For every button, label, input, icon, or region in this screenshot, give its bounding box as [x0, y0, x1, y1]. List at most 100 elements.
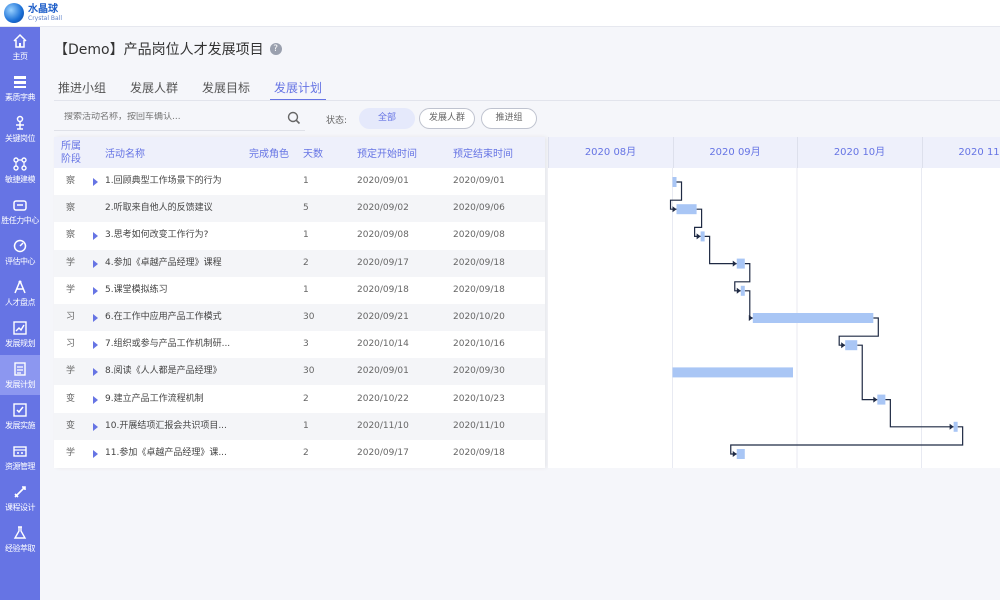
table-row[interactable]: 习 7.组织或参与产品工作机制研... 3 2020/10/14 2020/10/16	[54, 331, 545, 358]
expand-arrow-icon[interactable]	[93, 341, 98, 350]
gantt-bar[interactable]	[845, 340, 858, 351]
sidebar-item-development-planning[interactable]: 发展规划	[0, 314, 40, 354]
expand-arrow-icon[interactable]	[93, 368, 98, 377]
status-filter-chip[interactable]: 全部	[359, 108, 415, 129]
end-date-cell: 2020/09/18	[453, 284, 505, 295]
col-stage[interactable]: 所属阶段	[61, 137, 85, 168]
start-date-cell: 2020/09/08	[357, 230, 409, 241]
col-start[interactable]: 预定开始时间	[357, 137, 417, 168]
status-filter-chip[interactable]: 推进组	[481, 108, 537, 129]
col-days[interactable]: 天数	[303, 137, 323, 168]
activity-name[interactable]: 10.开展结项汇报会共识项目...	[105, 413, 245, 440]
end-date-cell: 2020/09/08	[453, 230, 505, 241]
table-row[interactable]: 学 5.课堂模拟练习 1 2020/09/18 2020/09/18	[54, 277, 545, 304]
sidebar-item-dictionary[interactable]: 素质字典	[0, 68, 40, 108]
search-input[interactable]	[64, 112, 274, 122]
sidebar-item-development-implementation[interactable]: 发展实施	[0, 396, 40, 436]
days-cell: 1	[303, 230, 309, 241]
table-row[interactable]: 察 2.听取来自他人的反馈建议 5 2020/09/02 2020/09/06	[54, 195, 545, 223]
gantt-bar[interactable]	[672, 367, 793, 378]
start-date-cell: 2020/11/10	[357, 420, 409, 431]
expand-arrow-icon[interactable]	[93, 395, 98, 404]
days-cell: 2	[303, 393, 309, 404]
development-planning-icon	[13, 320, 27, 335]
tab-0[interactable]: 推进小组	[54, 77, 110, 101]
gantt-bar[interactable]	[736, 449, 745, 459]
table-row[interactable]: 变 9.建立产品工作流程机制 2 2020/10/22 2020/10/23	[54, 386, 545, 413]
sidebar-item-home[interactable]: 主页	[0, 27, 40, 67]
activity-name[interactable]: 2.听取来自他人的反馈建议	[105, 195, 245, 222]
tab-3[interactable]: 发展计划	[270, 77, 327, 101]
activity-name[interactable]: 9.建立产品工作流程机制	[105, 386, 245, 413]
gantt-bar[interactable]	[953, 421, 958, 432]
table-row[interactable]: 察 1.回顾典型工作场景下的行为 1 2020/09/01 2020/09/01	[54, 168, 545, 195]
col-name[interactable]: 活动名称	[105, 137, 145, 168]
sidebar-item-label: 关键岗位	[5, 133, 36, 143]
tab-1[interactable]: 发展人群	[126, 77, 182, 101]
sidebar-item-development-plan[interactable]: 发展计划	[0, 355, 40, 395]
activity-name[interactable]: 3.思考如何改变工作行为?	[105, 222, 245, 249]
start-date-cell: 2020/09/21	[357, 312, 409, 322]
sidebar-item-talent-review[interactable]: 人才盘点	[0, 273, 40, 313]
col-role[interactable]: 完成角色	[249, 137, 289, 168]
sidebar-item-agile-modeling[interactable]: 敏捷建模	[0, 150, 40, 190]
gantt-bar[interactable]	[752, 313, 874, 323]
expand-arrow-icon[interactable]	[93, 422, 98, 431]
sidebar-item-competency[interactable]: 胜任力中心	[0, 191, 40, 231]
activity-name[interactable]: 11.参加《卓越产品经理》课...	[105, 440, 245, 467]
gantt-bar[interactable]	[740, 285, 745, 296]
resource-management-icon	[13, 445, 27, 457]
activity-name[interactable]: 4.参加《卓越产品经理》课程	[105, 250, 245, 277]
sidebar-item-resource-management[interactable]: 资源管理	[0, 437, 40, 477]
table-row[interactable]: 变 10.开展结项汇报会共识项目... 1 2020/11/10 2020/11/10	[54, 412, 545, 440]
sidebar-item-assessment[interactable]: 评估中心	[0, 232, 40, 272]
start-date-cell: 2020/09/17	[357, 448, 409, 458]
table-row[interactable]: 学 11.参加《卓越产品经理》课... 2 2020/09/17 2020/09/18	[54, 440, 545, 467]
sidebar-item-key-position[interactable]: 关键岗位	[0, 109, 40, 149]
help-icon[interactable]: ?	[269, 43, 282, 55]
sidebar-item-label: 资源管理	[5, 461, 36, 471]
expand-arrow-icon[interactable]	[93, 286, 98, 295]
tab-2[interactable]: 发展目标	[198, 77, 254, 101]
activity-name[interactable]: 8.阅读《人人都是产品经理》	[105, 358, 245, 385]
sidebar-item-experience-extraction[interactable]: 经验萃取	[0, 519, 40, 559]
end-date-cell: 2020/09/01	[453, 176, 505, 186]
sidebar-item-label: 素质字典	[5, 92, 36, 102]
stage-cell: 察	[66, 203, 76, 214]
expand-arrow-icon[interactable]	[93, 450, 98, 458]
table-row[interactable]: 学 4.参加《卓越产品经理》课程 2 2020/09/17 2020/09/18	[54, 249, 545, 277]
table-row[interactable]: 察 3.思考如何改变工作行为? 1 2020/09/08 2020/09/08	[54, 222, 545, 249]
search-box	[54, 107, 305, 131]
activity-name[interactable]: 5.课堂模拟练习	[105, 277, 245, 304]
search-icon[interactable]	[287, 111, 301, 125]
start-date-cell: 2020/09/01	[357, 176, 409, 186]
gantt-bar[interactable]	[736, 258, 745, 269]
gantt-bar[interactable]	[672, 177, 677, 187]
table-row[interactable]: 习 6.在工作中应用产品工作模式 30 2020/09/21 2020/10/20	[54, 304, 545, 331]
status-label: 状态:	[326, 116, 348, 126]
expand-arrow-icon[interactable]	[93, 259, 98, 268]
status-filter-chip[interactable]: 发展人群	[419, 108, 475, 129]
days-cell: 5	[303, 203, 309, 214]
expand-arrow-icon[interactable]	[93, 314, 98, 322]
activity-name[interactable]: 1.回顾典型工作场景下的行为	[105, 168, 245, 195]
activity-name[interactable]: 7.组织或参与产品工作机制研...	[105, 331, 245, 358]
activity-name[interactable]: 6.在工作中应用产品工作模式	[105, 304, 245, 331]
main-content: 【Demo】产品岗位人才发展项目 ? 推进小组发展人群发展目标发展计划 状态: …	[40, 27, 1000, 600]
gantt-bar[interactable]	[700, 231, 705, 242]
gantt-dependency-arrow	[736, 287, 741, 294]
gantt-bar[interactable]	[676, 204, 697, 215]
competency-icon	[13, 199, 27, 211]
experience-extraction-icon	[13, 525, 27, 539]
col-end[interactable]: 预定结束时间	[453, 137, 513, 168]
end-date-cell: 2020/10/20	[453, 312, 505, 322]
table-header: 所属阶段 活动名称 完成角色 天数 预定开始时间 预定结束时间	[54, 137, 545, 168]
app-logo[interactable]: 水晶球 Crystal Ball	[4, 3, 62, 23]
gantt-bar[interactable]	[877, 394, 886, 405]
days-cell: 1	[303, 284, 309, 295]
expand-arrow-icon[interactable]	[93, 178, 98, 186]
sidebar-item-course-design[interactable]: 课程设计	[0, 478, 40, 518]
table-row[interactable]: 学 8.阅读《人人都是产品经理》 30 2020/09/01 2020/09/30	[54, 358, 545, 386]
expand-arrow-icon[interactable]	[93, 232, 98, 241]
gantt-canvas	[669, 168, 964, 468]
